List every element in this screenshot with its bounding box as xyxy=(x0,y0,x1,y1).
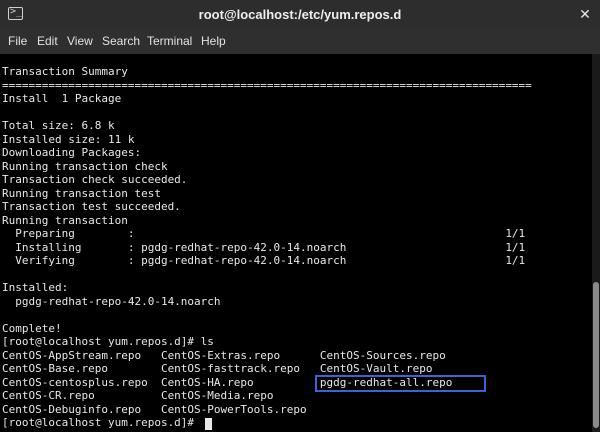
terminal-line: CentOS-Debuginfo.repo CentOS-PowerTools.… xyxy=(2,402,307,416)
scrollbar[interactable] xyxy=(592,54,600,432)
file-highlight-box xyxy=(315,375,486,392)
terminal-line: Transaction test succeeded. xyxy=(2,200,181,213)
terminal-line: pgdg-redhat-repo-42.0-14.noarch xyxy=(2,294,221,308)
terminal-line: Installed size: 11 k xyxy=(2,132,135,146)
close-button[interactable]: ✕ xyxy=(576,5,594,23)
menu-search[interactable]: Search xyxy=(102,34,140,49)
terminal-line: Verifying : pgdg-redhat-repo-42.0-14.noa… xyxy=(2,254,526,267)
terminal-line: Installing : pgdg-redhat-repo-42.0-14.no… xyxy=(2,240,526,254)
terminal-line: CentOS-Base.repo CentOS-fasttrack.repo C… xyxy=(2,362,433,375)
terminal-line: Transaction check succeeded. xyxy=(2,173,188,186)
terminal-line: CentOS-AppStream.repo CentOS-Extras.repo… xyxy=(2,348,446,362)
window-title: root@localhost:/etc/yum.repos.d xyxy=(198,7,402,22)
menu-bar: File Edit View Search Terminal Help xyxy=(0,29,600,54)
terminal-line: Running transaction xyxy=(2,213,128,227)
terminal-line: Total size: 6.8 k xyxy=(2,119,115,132)
terminal-line: CentOS-CR.repo CentOS-Media.repo xyxy=(2,389,274,402)
terminal-line: Install 1 Package xyxy=(2,92,122,105)
terminal-line: Downloading Packages: xyxy=(2,146,142,159)
text-cursor xyxy=(205,418,212,430)
menu-file[interactable]: File xyxy=(8,34,27,49)
menu-view[interactable]: View xyxy=(67,34,93,49)
menu-help[interactable]: Help xyxy=(201,34,226,49)
terminal-output[interactable]: Transaction Summary ====================… xyxy=(0,54,592,432)
title-bar: >_ root@localhost:/etc/yum.repos.d ✕ xyxy=(0,0,600,29)
terminal-line: Installed: xyxy=(2,281,69,294)
terminal-line: Complete! xyxy=(2,321,62,335)
terminal-prompt: [root@localhost yum.repos.d]# xyxy=(2,416,201,429)
terminal-line: Running transaction test xyxy=(2,186,161,200)
menu-edit[interactable]: Edit xyxy=(37,34,58,49)
terminal-line: Preparing : 1/1 xyxy=(2,227,526,240)
menu-terminal[interactable]: Terminal xyxy=(147,34,192,49)
terminal-line: [root@localhost yum.repos.d]# ls xyxy=(2,335,214,348)
terminal-line: Running transaction check xyxy=(2,159,168,173)
scrollbar-thumb[interactable] xyxy=(593,282,599,428)
terminal-line: ========================================… xyxy=(2,78,532,92)
terminal-line: Transaction Summary xyxy=(2,65,128,78)
